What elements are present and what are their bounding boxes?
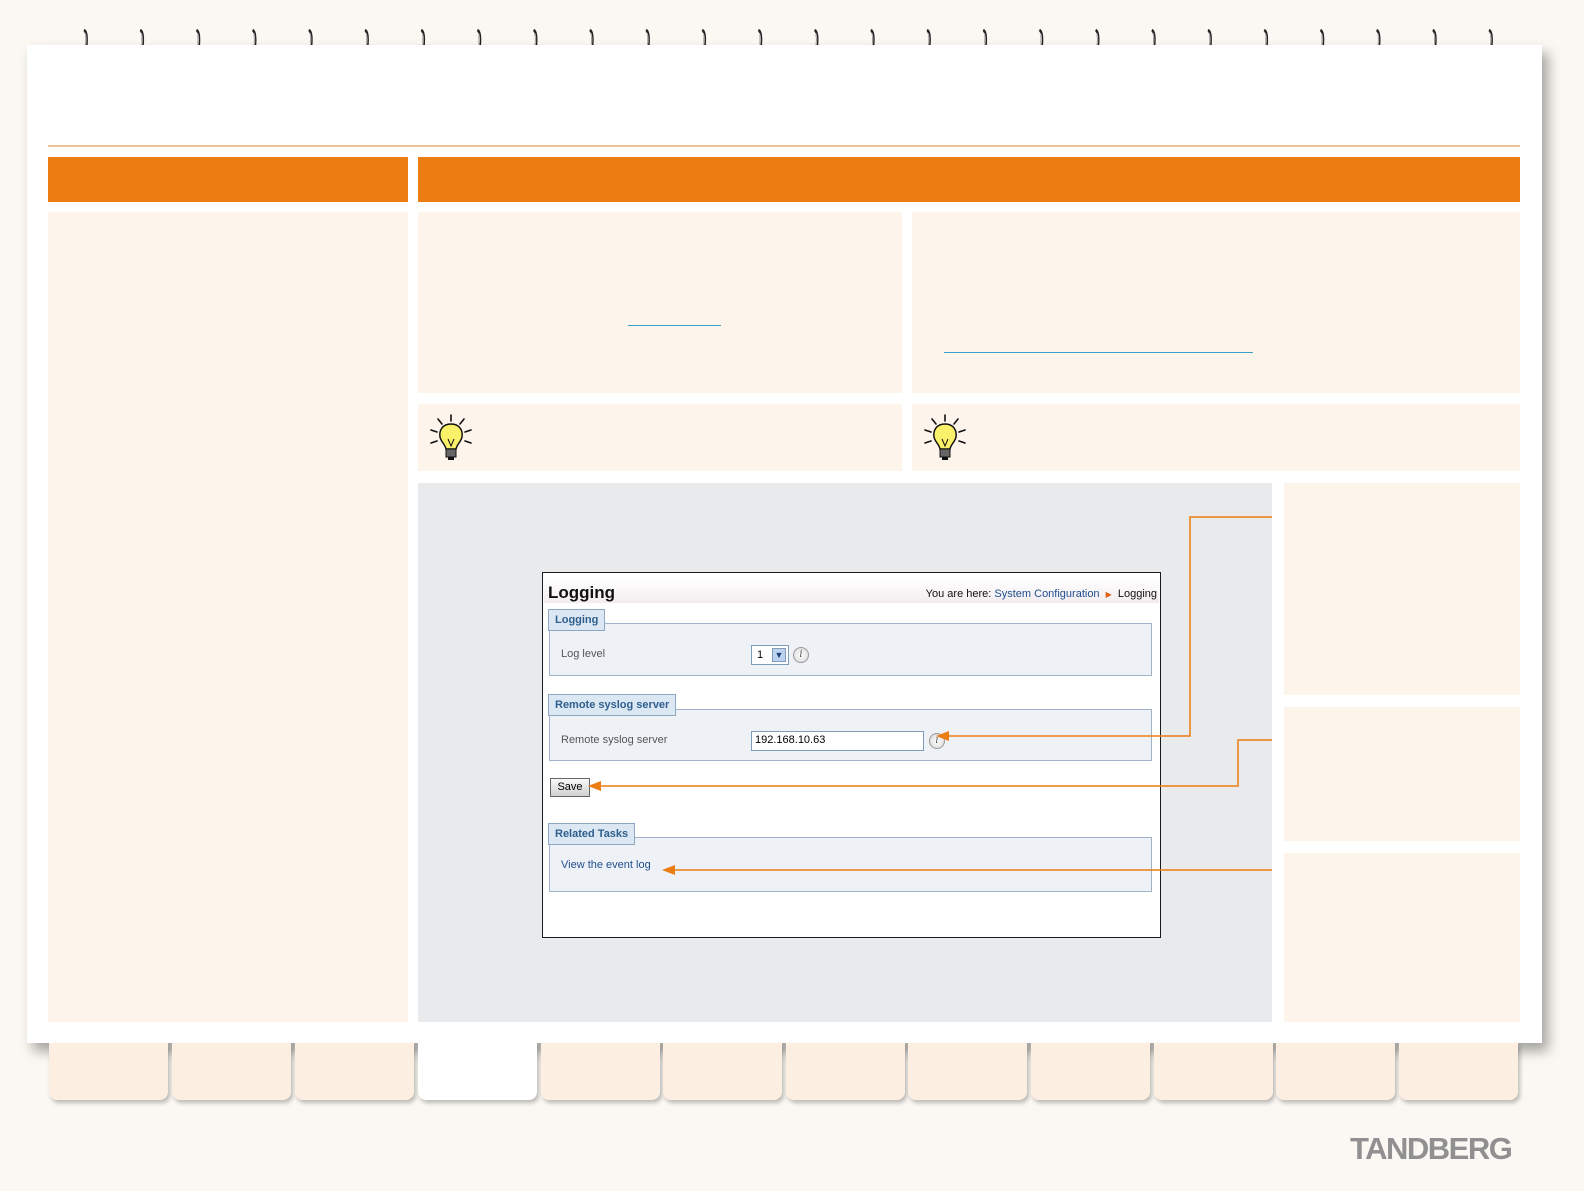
save-button[interactable]: Save [550, 778, 590, 797]
tip-panel-right [912, 404, 1520, 471]
related-tasks-section: View the event log [549, 837, 1152, 892]
chapter-tab[interactable] [541, 1043, 660, 1100]
window-header: Logging You are here: System Configurati… [544, 579, 1159, 603]
chapter-tab[interactable] [786, 1043, 905, 1100]
logging-config-window: Logging You are here: System Configurati… [542, 572, 1161, 938]
logging-section: Log level 1 ▼ i [549, 623, 1152, 676]
view-event-log-link[interactable]: View the event log [561, 859, 651, 871]
left-sidebar-panel [48, 212, 408, 1022]
logging-legend: Logging [548, 609, 606, 631]
intro-panel-left [418, 212, 902, 393]
text-link-underline[interactable] [944, 352, 1253, 353]
log-level-label: Log level [561, 648, 606, 660]
chapter-tab[interactable] [295, 1043, 414, 1100]
breadcrumb-separator-icon: ▶ [1105, 590, 1112, 599]
chapter-tab[interactable] [1154, 1043, 1273, 1100]
remote-syslog-input[interactable]: 192.168.10.63 [751, 731, 924, 751]
lightbulb-icon [924, 414, 966, 460]
intro-panel-right [912, 212, 1520, 393]
chapter-tab[interactable] [908, 1043, 1027, 1100]
related-tasks-legend: Related Tasks [548, 823, 636, 845]
breadcrumb: You are here: System Configuration ▶ Log… [926, 588, 1157, 600]
breadcrumb-prefix: You are here: [925, 588, 992, 600]
chapter-tab[interactable] [663, 1043, 782, 1100]
tandberg-logo: TANDBERG [1350, 1131, 1513, 1166]
chapter-tab[interactable] [1031, 1043, 1150, 1100]
remote-syslog-legend: Remote syslog server [548, 694, 677, 716]
remote-syslog-label: Remote syslog server [561, 734, 668, 746]
info-icon[interactable]: i [929, 733, 945, 749]
chapter-tab[interactable] [1399, 1043, 1518, 1100]
lightbulb-icon [430, 414, 472, 460]
info-icon[interactable]: i [793, 647, 809, 663]
callout-panel-2 [1284, 707, 1520, 841]
breadcrumb-current: Logging [1117, 588, 1157, 600]
header-rule [48, 145, 1520, 147]
chapter-tab[interactable] [49, 1043, 168, 1100]
log-level-select[interactable]: 1 ▼ [751, 645, 789, 665]
chapter-tab[interactable] [1276, 1043, 1395, 1100]
callout-panel-1 [1284, 483, 1520, 695]
remote-syslog-section: Remote syslog server 192.168.10.63 i [549, 709, 1152, 761]
chapter-tab[interactable] [172, 1043, 291, 1100]
chapter-tab-active[interactable] [418, 1043, 537, 1100]
text-link-underline[interactable] [628, 325, 721, 326]
left-header-bar [48, 157, 408, 202]
log-level-value: 1 [757, 649, 764, 661]
page-title: Logging [548, 583, 616, 602]
tip-panel-left [418, 404, 902, 471]
main-header-bar [418, 157, 1520, 202]
callout-panel-3 [1284, 853, 1520, 1022]
chevron-down-icon[interactable]: ▼ [772, 648, 786, 662]
breadcrumb-system-configuration[interactable]: System Configuration [994, 588, 1099, 600]
